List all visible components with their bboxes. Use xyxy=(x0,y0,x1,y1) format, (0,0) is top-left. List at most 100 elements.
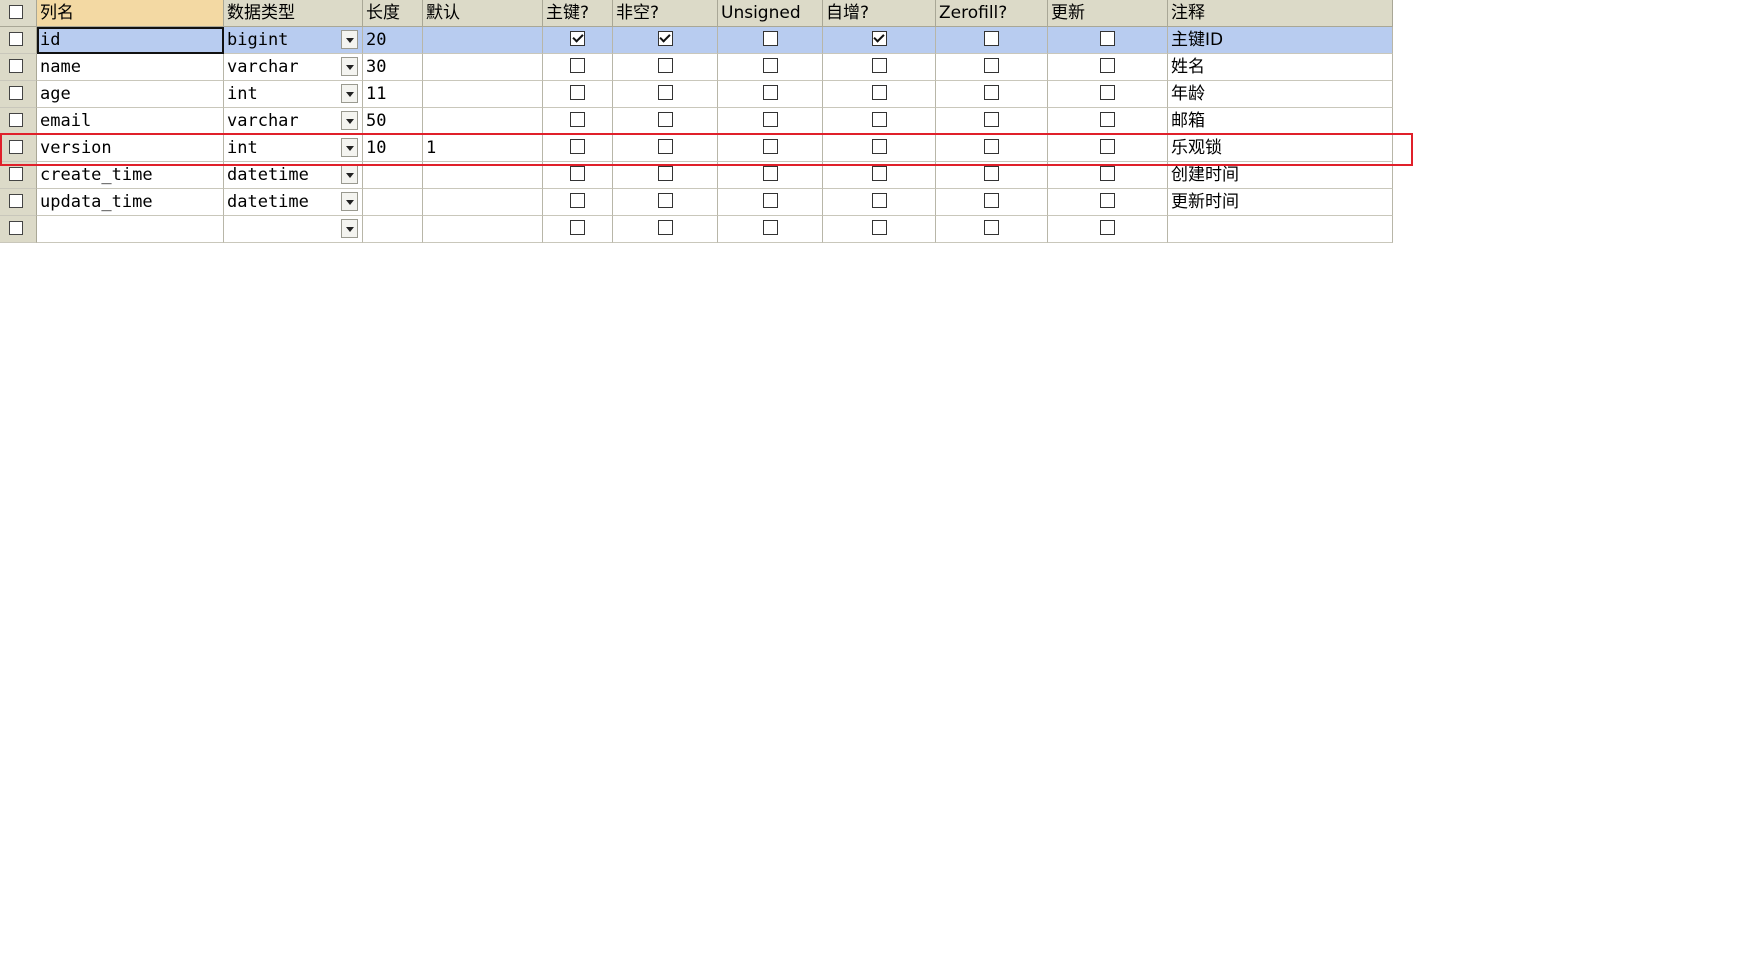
row-select-checkbox[interactable] xyxy=(0,81,37,108)
unchecked-checkbox-icon[interactable] xyxy=(570,58,585,73)
unchecked-checkbox-icon[interactable] xyxy=(984,31,999,46)
cell-column-name[interactable]: id xyxy=(37,27,224,54)
cell-auto-increment[interactable] xyxy=(823,54,936,81)
row-select-checkbox[interactable] xyxy=(0,108,37,135)
cell-zerofill[interactable] xyxy=(936,162,1048,189)
table-row[interactable]: version int 10 1 乐观锁 xyxy=(0,135,1393,162)
cell-not-null[interactable] xyxy=(613,162,718,189)
row-select-checkbox[interactable] xyxy=(0,189,37,216)
cell-unsigned[interactable] xyxy=(718,27,823,54)
unchecked-checkbox-icon[interactable] xyxy=(657,220,673,235)
cell-update[interactable] xyxy=(1048,162,1168,189)
unchecked-checkbox-icon[interactable] xyxy=(984,85,999,100)
cell-comment[interactable]: 邮箱 xyxy=(1168,108,1393,135)
unchecked-checkbox-icon[interactable] xyxy=(1100,85,1115,100)
cell-comment[interactable]: 年龄 xyxy=(1168,81,1393,108)
cell-update[interactable] xyxy=(1048,81,1168,108)
cell-data-type[interactable]: int xyxy=(224,135,363,162)
table-row[interactable]: age int 11 年龄 xyxy=(0,81,1393,108)
cell-update[interactable] xyxy=(1048,189,1168,216)
dropdown-arrow-icon[interactable] xyxy=(341,138,358,157)
unchecked-checkbox-icon[interactable] xyxy=(762,58,778,73)
cell-unsigned[interactable] xyxy=(718,81,823,108)
cell-length[interactable]: 50 xyxy=(363,108,423,135)
unchecked-checkbox-icon[interactable] xyxy=(871,58,887,73)
column-header-auto-increment[interactable]: 自增? xyxy=(823,0,936,27)
select-all-checkbox[interactable] xyxy=(0,0,37,27)
cell-not-null[interactable] xyxy=(613,81,718,108)
cell-zerofill[interactable] xyxy=(936,27,1048,54)
cell-comment[interactable]: 创建时间 xyxy=(1168,162,1393,189)
table-row[interactable]: id bigint 20 主键ID xyxy=(0,27,1393,54)
cell-auto-increment[interactable] xyxy=(823,162,936,189)
unchecked-checkbox-icon[interactable] xyxy=(762,139,778,154)
unchecked-checkbox-icon[interactable] xyxy=(570,139,585,154)
cell-length[interactable] xyxy=(363,162,423,189)
column-header-comment[interactable]: 注释 xyxy=(1168,0,1393,27)
cell-auto-increment[interactable] xyxy=(823,216,936,243)
cell-zerofill[interactable] xyxy=(936,54,1048,81)
unchecked-checkbox-icon[interactable] xyxy=(9,166,23,181)
cell-column-name[interactable]: name xyxy=(37,54,224,81)
column-header-zerofill[interactable]: Zerofill? xyxy=(936,0,1048,27)
cell-column-name[interactable]: version xyxy=(37,135,224,162)
cell-update[interactable] xyxy=(1048,54,1168,81)
dropdown-arrow-icon[interactable] xyxy=(341,30,358,49)
table-row[interactable]: name varchar 30 姓名 xyxy=(0,54,1393,81)
unchecked-checkbox-icon[interactable] xyxy=(984,58,999,73)
unchecked-checkbox-icon[interactable] xyxy=(1100,31,1115,46)
cell-default[interactable] xyxy=(423,27,543,54)
cell-update[interactable] xyxy=(1048,27,1168,54)
unchecked-checkbox-icon[interactable] xyxy=(9,58,23,73)
cell-unsigned[interactable] xyxy=(718,108,823,135)
cell-data-type[interactable]: int xyxy=(224,81,363,108)
cell-auto-increment[interactable] xyxy=(823,81,936,108)
cell-default[interactable]: 1 xyxy=(423,135,543,162)
row-select-checkbox[interactable] xyxy=(0,135,37,162)
cell-length[interactable]: 30 xyxy=(363,54,423,81)
unchecked-checkbox-icon[interactable] xyxy=(762,31,778,46)
unchecked-checkbox-icon[interactable] xyxy=(9,193,23,208)
cell-zerofill[interactable] xyxy=(936,216,1048,243)
dropdown-arrow-icon[interactable] xyxy=(341,192,358,211)
cell-auto-increment[interactable] xyxy=(823,108,936,135)
unchecked-checkbox-icon[interactable] xyxy=(1100,166,1115,181)
row-select-checkbox[interactable] xyxy=(0,27,37,54)
unchecked-checkbox-icon[interactable] xyxy=(984,166,999,181)
checked-checkbox-icon[interactable] xyxy=(657,31,673,46)
column-header-length[interactable]: 长度 xyxy=(363,0,423,27)
cell-unsigned[interactable] xyxy=(718,162,823,189)
cell-primary-key[interactable] xyxy=(543,54,613,81)
unchecked-checkbox-icon[interactable] xyxy=(871,112,887,127)
unchecked-checkbox-icon[interactable] xyxy=(657,166,673,181)
unchecked-checkbox-icon[interactable] xyxy=(984,112,999,127)
cell-zerofill[interactable] xyxy=(936,81,1048,108)
checked-checkbox-icon[interactable] xyxy=(570,31,585,46)
unchecked-checkbox-icon[interactable] xyxy=(9,31,23,46)
cell-column-name[interactable]: updata_time xyxy=(37,189,224,216)
cell-column-name[interactable]: age xyxy=(37,81,224,108)
unchecked-checkbox-icon[interactable] xyxy=(1100,58,1115,73)
cell-update[interactable] xyxy=(1048,216,1168,243)
cell-column-name[interactable]: email xyxy=(37,108,224,135)
unchecked-checkbox-icon[interactable] xyxy=(871,85,887,100)
dropdown-arrow-icon[interactable] xyxy=(341,219,358,238)
unchecked-checkbox-icon[interactable] xyxy=(984,193,999,208)
cell-update[interactable] xyxy=(1048,135,1168,162)
unchecked-checkbox-icon[interactable] xyxy=(762,166,778,181)
unchecked-checkbox-icon[interactable] xyxy=(657,112,673,127)
column-header-type[interactable]: 数据类型 xyxy=(224,0,363,27)
table-row[interactable]: email varchar 50 邮箱 xyxy=(0,108,1393,135)
unchecked-checkbox-icon[interactable] xyxy=(9,112,23,127)
table-row[interactable]: create_time datetime 创建时间 xyxy=(0,162,1393,189)
cell-not-null[interactable] xyxy=(613,108,718,135)
cell-comment[interactable] xyxy=(1168,216,1393,243)
cell-default[interactable] xyxy=(423,54,543,81)
cell-not-null[interactable] xyxy=(613,54,718,81)
unchecked-checkbox-icon[interactable] xyxy=(871,166,887,181)
cell-zerofill[interactable] xyxy=(936,135,1048,162)
cell-update[interactable] xyxy=(1048,108,1168,135)
unchecked-checkbox-icon[interactable] xyxy=(871,193,887,208)
unchecked-checkbox-icon[interactable] xyxy=(657,139,673,154)
cell-default[interactable] xyxy=(423,81,543,108)
